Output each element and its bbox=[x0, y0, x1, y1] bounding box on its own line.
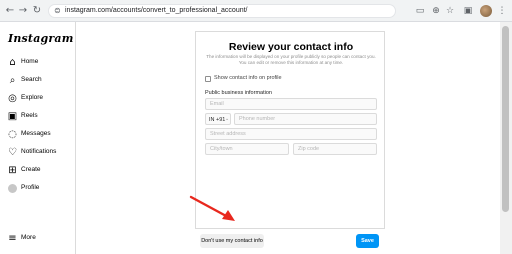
sidebar-item-label: Reels bbox=[21, 112, 38, 119]
city-field[interactable] bbox=[206, 144, 288, 154]
search-icon: ⌕ bbox=[9, 75, 16, 86]
dont-use-contact-info-button[interactable]: Don't use my contact info bbox=[200, 234, 264, 248]
sidebar-item-messages[interactable]: ◌ Messages bbox=[6, 128, 72, 142]
country-code-value: IN +91 bbox=[209, 117, 226, 123]
checkbox[interactable] bbox=[205, 76, 211, 82]
sidebar-item-notifications[interactable]: ♡ Notifications bbox=[6, 146, 72, 160]
sidebar-item-label: Notifications bbox=[21, 148, 57, 155]
street-field-wrap bbox=[205, 128, 377, 140]
home-icon: ⌂ bbox=[9, 57, 16, 68]
chevron-down-icon: ⌄ bbox=[225, 116, 230, 122]
explore-icon: ◎ bbox=[8, 93, 17, 104]
site-info-icon[interactable]: ⊜ bbox=[54, 6, 61, 15]
action-bar: Don't use my contact info Save bbox=[195, 228, 385, 254]
heart-icon: ♡ bbox=[8, 147, 17, 158]
sidebar-item-label: Profile bbox=[21, 184, 40, 191]
scrollbar-thumb[interactable] bbox=[502, 26, 509, 212]
reload-icon[interactable]: ↻ bbox=[31, 5, 43, 17]
page-title: Review your contact info bbox=[228, 41, 354, 53]
sidebar-item-reels[interactable]: ▣ Reels bbox=[6, 110, 72, 124]
back-icon[interactable]: ← bbox=[4, 5, 16, 17]
sidebar-item-profile[interactable]: Profile bbox=[6, 182, 72, 196]
avatar bbox=[7, 183, 18, 194]
reels-icon: ▣ bbox=[7, 111, 18, 122]
forward-icon[interactable]: → bbox=[17, 5, 29, 17]
instagram-logo[interactable]: Instagram bbox=[8, 32, 74, 45]
country-code-select[interactable]: IN +91 ⌄ bbox=[205, 113, 231, 125]
browser-profile-avatar[interactable] bbox=[480, 5, 492, 17]
save-button[interactable]: Save bbox=[356, 234, 379, 248]
annotation-arrow bbox=[189, 195, 235, 221]
sidebar-item-more[interactable]: ≡ More bbox=[6, 232, 72, 246]
sidebar-item-label: Home bbox=[21, 58, 39, 65]
sidebar-item-search[interactable]: ⌕ Search bbox=[6, 74, 72, 88]
zoom-icon[interactable]: ⊕ bbox=[430, 5, 442, 17]
address-url[interactable]: instagram.com/accounts/convert_to_profes… bbox=[65, 7, 248, 14]
zip-code-field[interactable] bbox=[294, 144, 376, 154]
sidebar-item-label: Search bbox=[21, 76, 42, 83]
sidebar-item-label: Messages bbox=[21, 130, 51, 137]
bookmark-star-icon[interactable]: ☆ bbox=[444, 5, 456, 17]
zip-field-wrap bbox=[293, 143, 377, 155]
browser-menu-icon[interactable]: ⋮ bbox=[496, 5, 508, 17]
street-address-field[interactable] bbox=[206, 129, 376, 139]
email-field[interactable] bbox=[206, 99, 376, 109]
sidebar-item-home[interactable]: ⌂ Home bbox=[6, 56, 72, 70]
phone-field-wrap bbox=[234, 113, 377, 125]
city-field-wrap bbox=[205, 143, 289, 155]
menu-icon: ≡ bbox=[8, 233, 17, 244]
sidebar-item-label: More bbox=[21, 234, 36, 241]
phone-field[interactable] bbox=[235, 114, 376, 124]
checkbox-label: Show contact info on profile bbox=[214, 75, 282, 81]
sidebar-item-label: Explore bbox=[21, 94, 44, 101]
sidebar-item-explore[interactable]: ◎ Explore bbox=[6, 92, 72, 106]
sidebar-item-create[interactable]: ⊞ Create bbox=[6, 164, 72, 178]
cast-icon[interactable]: ▭ bbox=[414, 5, 426, 17]
email-field-wrap bbox=[205, 98, 377, 110]
address-bar[interactable]: ⊜ instagram.com/accounts/convert_to_prof… bbox=[48, 4, 396, 18]
sidebar-item-label: Create bbox=[21, 166, 41, 173]
page-subtitle: The information will be displayed on you… bbox=[206, 54, 376, 65]
extensions-icon[interactable]: ▣ bbox=[462, 5, 474, 17]
messages-icon: ◌ bbox=[8, 129, 17, 140]
section-label: Public business information bbox=[205, 90, 272, 96]
browser-toolbar: ← → ↻ ⊜ instagram.com/accounts/convert_t… bbox=[0, 0, 512, 22]
sidebar: Instagram ⌂ Home ⌕ Search ◎ Explore ▣ Re… bbox=[0, 22, 76, 254]
plus-icon: ⊞ bbox=[8, 165, 17, 176]
